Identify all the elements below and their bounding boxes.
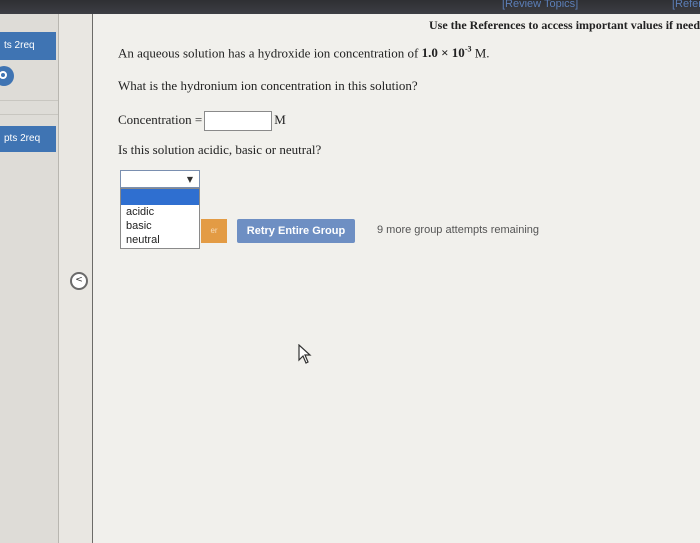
concentration-unit: M. [474,45,490,61]
acidity-options-list: acidic basic neutral [120,188,200,249]
references-link[interactable]: [Referen [672,0,700,10]
acidity-question: Is this solution acidic, basic or neutra… [118,142,322,157]
review-topics-link[interactable]: [Review Topics] [502,0,578,10]
concentration-label: Concentration = [118,111,203,127]
sidebar-divider [0,114,58,115]
references-note: Use the References to access important v… [429,18,700,32]
acidity-select[interactable]: ▼ [120,170,200,188]
concentration-input-unit: M [274,111,286,127]
option-basic[interactable]: basic [121,219,199,233]
retry-entire-group-button[interactable]: Retry Entire Group [237,219,355,243]
option-acidic[interactable]: acidic [121,205,199,219]
sidebar: ts 2req pts 2req [0,14,59,543]
concentration-row: Concentration = M [118,111,286,131]
sidebar-item-question-2[interactable]: pts 2req [0,126,56,152]
pointer-cursor-icon [298,343,312,369]
progress-circle-icon [0,66,14,86]
submit-answer-button[interactable]: er [201,219,227,243]
question-panel: Use the References to access important v… [70,14,700,543]
chevron-down-icon: ▼ [186,175,193,184]
question-statement: An aqueous solution has a hydroxide ion … [118,45,490,61]
attempts-remaining-text: 9 more group attempts remaining [377,224,540,236]
sidebar-divider [0,100,58,101]
chevron-left-icon[interactable]: < [70,272,88,290]
top-bar: [Review Topics] [Referen [0,0,700,14]
hydronium-question: What is the hydronium ion concentration … [118,78,418,93]
option-neutral[interactable]: neutral [121,233,199,247]
sidebar-item-question-1[interactable]: ts 2req [0,32,56,60]
concentration-value: 1.0 × 10-3 [421,45,472,61]
concentration-input[interactable] [204,111,273,131]
question-prefix: An aqueous solution has a hydroxide ion … [118,45,419,61]
option-blank-highlighted[interactable] [121,189,199,205]
